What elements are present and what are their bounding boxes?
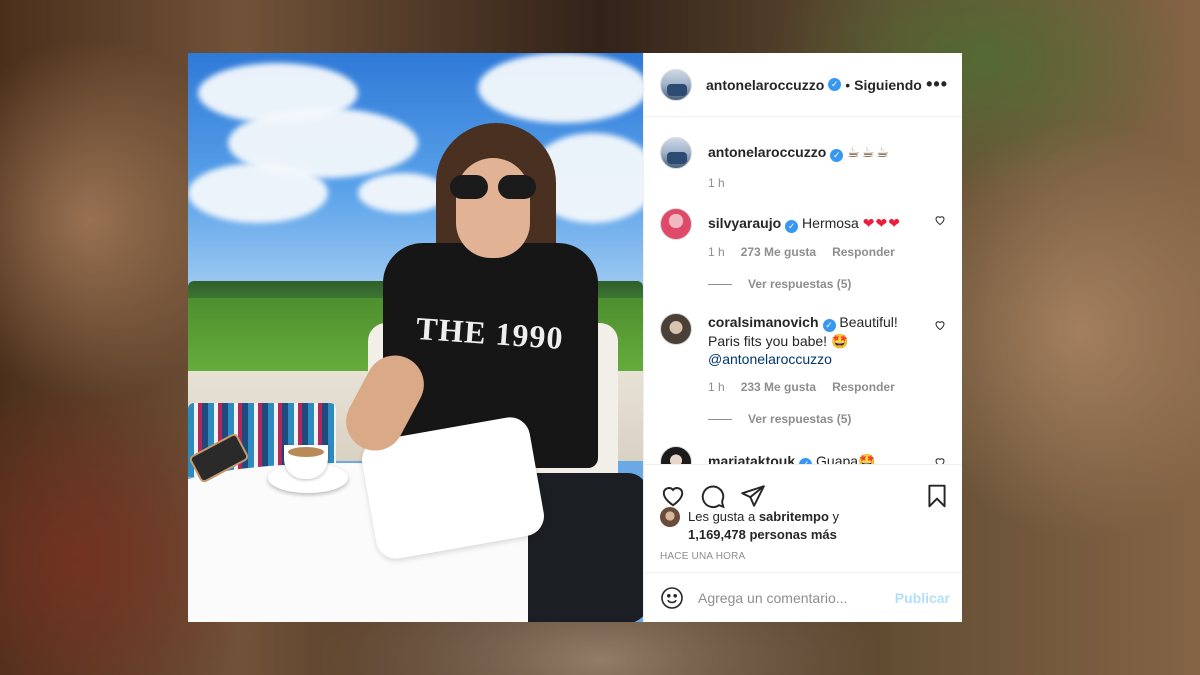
comment-body: silvyaraujo ✓ Hermosa ❤❤❤ 1 h 273 Me gust… [708, 208, 946, 261]
comment-mention-link[interactable]: @antonelaroccuzzo [708, 350, 922, 368]
post-photo[interactable]: THE 1990 [188, 53, 643, 622]
photo-cloud [358, 173, 448, 213]
comment-username[interactable]: coralsimanovich [708, 314, 819, 330]
reply-button[interactable]: Responder [832, 243, 895, 261]
post-timestamp[interactable]: HACE UNA HORA [660, 551, 745, 562]
publish-button[interactable]: Publicar [895, 590, 950, 606]
heart-outline-icon[interactable] [934, 456, 946, 464]
verified-badge-icon: ✓ [828, 78, 842, 91]
comment-body: coralsimanovich ✓ Beautiful! Paris fits y… [708, 313, 946, 396]
comment-likes[interactable]: 273 Me gusta [741, 243, 816, 261]
post-side-panel: antonelaroccuzzo ✓ • Siguiendo ••• anton… [643, 53, 962, 622]
comment-hearts: ❤❤❤ [862, 215, 901, 231]
comment-input[interactable] [698, 589, 895, 606]
photo-sunglasses [450, 175, 536, 199]
caption-avatar[interactable] [660, 137, 692, 169]
photo-face [456, 158, 530, 258]
post-actions-bar [644, 464, 962, 514]
heart-outline-icon[interactable] [660, 483, 686, 509]
heart-outline-icon[interactable] [934, 319, 946, 331]
view-replies-label: Ver respuestas (5) [748, 277, 852, 291]
replies-line [708, 283, 732, 285]
caption-username[interactable]: antonelaroccuzzo [708, 144, 826, 160]
liker-username[interactable]: sabritempo [759, 509, 829, 524]
view-replies-button[interactable]: Ver respuestas (5) [708, 277, 946, 291]
comment-item: coralsimanovich ✓ Beautiful! Paris fits y… [660, 313, 946, 396]
instagram-post: THE 1990 antonelaroccuzzo ✓ • Siguiendo … [188, 53, 962, 622]
comment-username[interactable]: silvyaraujo [708, 215, 781, 231]
photo-cloud [478, 53, 643, 123]
caption-time: 1 h [708, 176, 725, 190]
view-replies-label: Ver respuestas (5) [748, 412, 852, 426]
comment-body: mariataktouk ✓ Guapa🤩 [708, 446, 946, 464]
photo-cloud [188, 163, 328, 223]
comment-text: Hermosa [802, 215, 863, 231]
comment-item: mariataktouk ✓ Guapa🤩 [660, 446, 946, 464]
bookmark-icon[interactable] [924, 483, 950, 509]
comment-meta: 1 h 233 Me gusta Responder [708, 378, 922, 396]
verified-badge-icon: ✓ [830, 149, 844, 162]
comment-composer: Publicar [644, 572, 962, 622]
comment-username[interactable]: mariataktouk [708, 453, 795, 464]
caption-body: antonelaroccuzzo ✓ ☕☕☕ 1 h [708, 137, 946, 192]
author-username[interactable]: antonelaroccuzzo [706, 77, 824, 93]
comment-item: silvyaraujo ✓ Hermosa ❤❤❤ 1 h 273 Me gust… [660, 208, 946, 261]
comment-meta: 1 h 273 Me gusta Responder [708, 243, 922, 261]
caption-text: ☕☕☕ [847, 144, 891, 160]
liker-avatar[interactable] [660, 507, 680, 527]
view-replies-button[interactable]: Ver respuestas (5) [708, 412, 946, 426]
following-button[interactable]: Siguiendo [854, 77, 922, 93]
verified-badge-icon: ✓ [822, 319, 836, 332]
comment-avatar[interactable] [660, 313, 692, 345]
author-avatar[interactable] [660, 68, 692, 101]
replies-line [708, 418, 732, 420]
heart-outline-icon[interactable] [934, 214, 946, 226]
comments-list[interactable]: antonelaroccuzzo ✓ ☕☕☕ 1 h silvyaraujo ✓ H… [644, 117, 962, 464]
caption: antonelaroccuzzo ✓ ☕☕☕ 1 h [660, 137, 946, 192]
emoji-smile-icon[interactable] [660, 586, 684, 610]
post-header: antonelaroccuzzo ✓ • Siguiendo ••• [644, 53, 962, 117]
caption-meta: 1 h [708, 174, 922, 192]
likes-text: Les gusta a sabritempo y 1,169,478 perso… [688, 508, 839, 544]
likes-prefix: Les gusta a [688, 509, 759, 524]
comment-time: 1 h [708, 245, 725, 259]
likes-connector: y [828, 509, 840, 524]
comment-likes[interactable]: 233 Me gusta [741, 378, 816, 396]
more-options-icon[interactable]: ••• [926, 74, 948, 95]
verified-badge-icon: ✓ [785, 220, 799, 233]
comment-time: 1 h [708, 380, 725, 394]
comment-text: Guapa🤩 [816, 453, 876, 464]
comment-avatar[interactable] [660, 208, 692, 240]
comment-avatar[interactable] [660, 446, 692, 464]
share-paper-plane-icon[interactable] [740, 483, 766, 509]
likes-count[interactable]: 1,169,478 personas más [688, 527, 837, 542]
header-separator: • [845, 76, 851, 93]
likes-summary: Les gusta a sabritempo y 1,169,478 perso… [660, 507, 946, 544]
reply-button[interactable]: Responder [832, 378, 895, 396]
comment-bubble-icon[interactable] [700, 483, 726, 509]
